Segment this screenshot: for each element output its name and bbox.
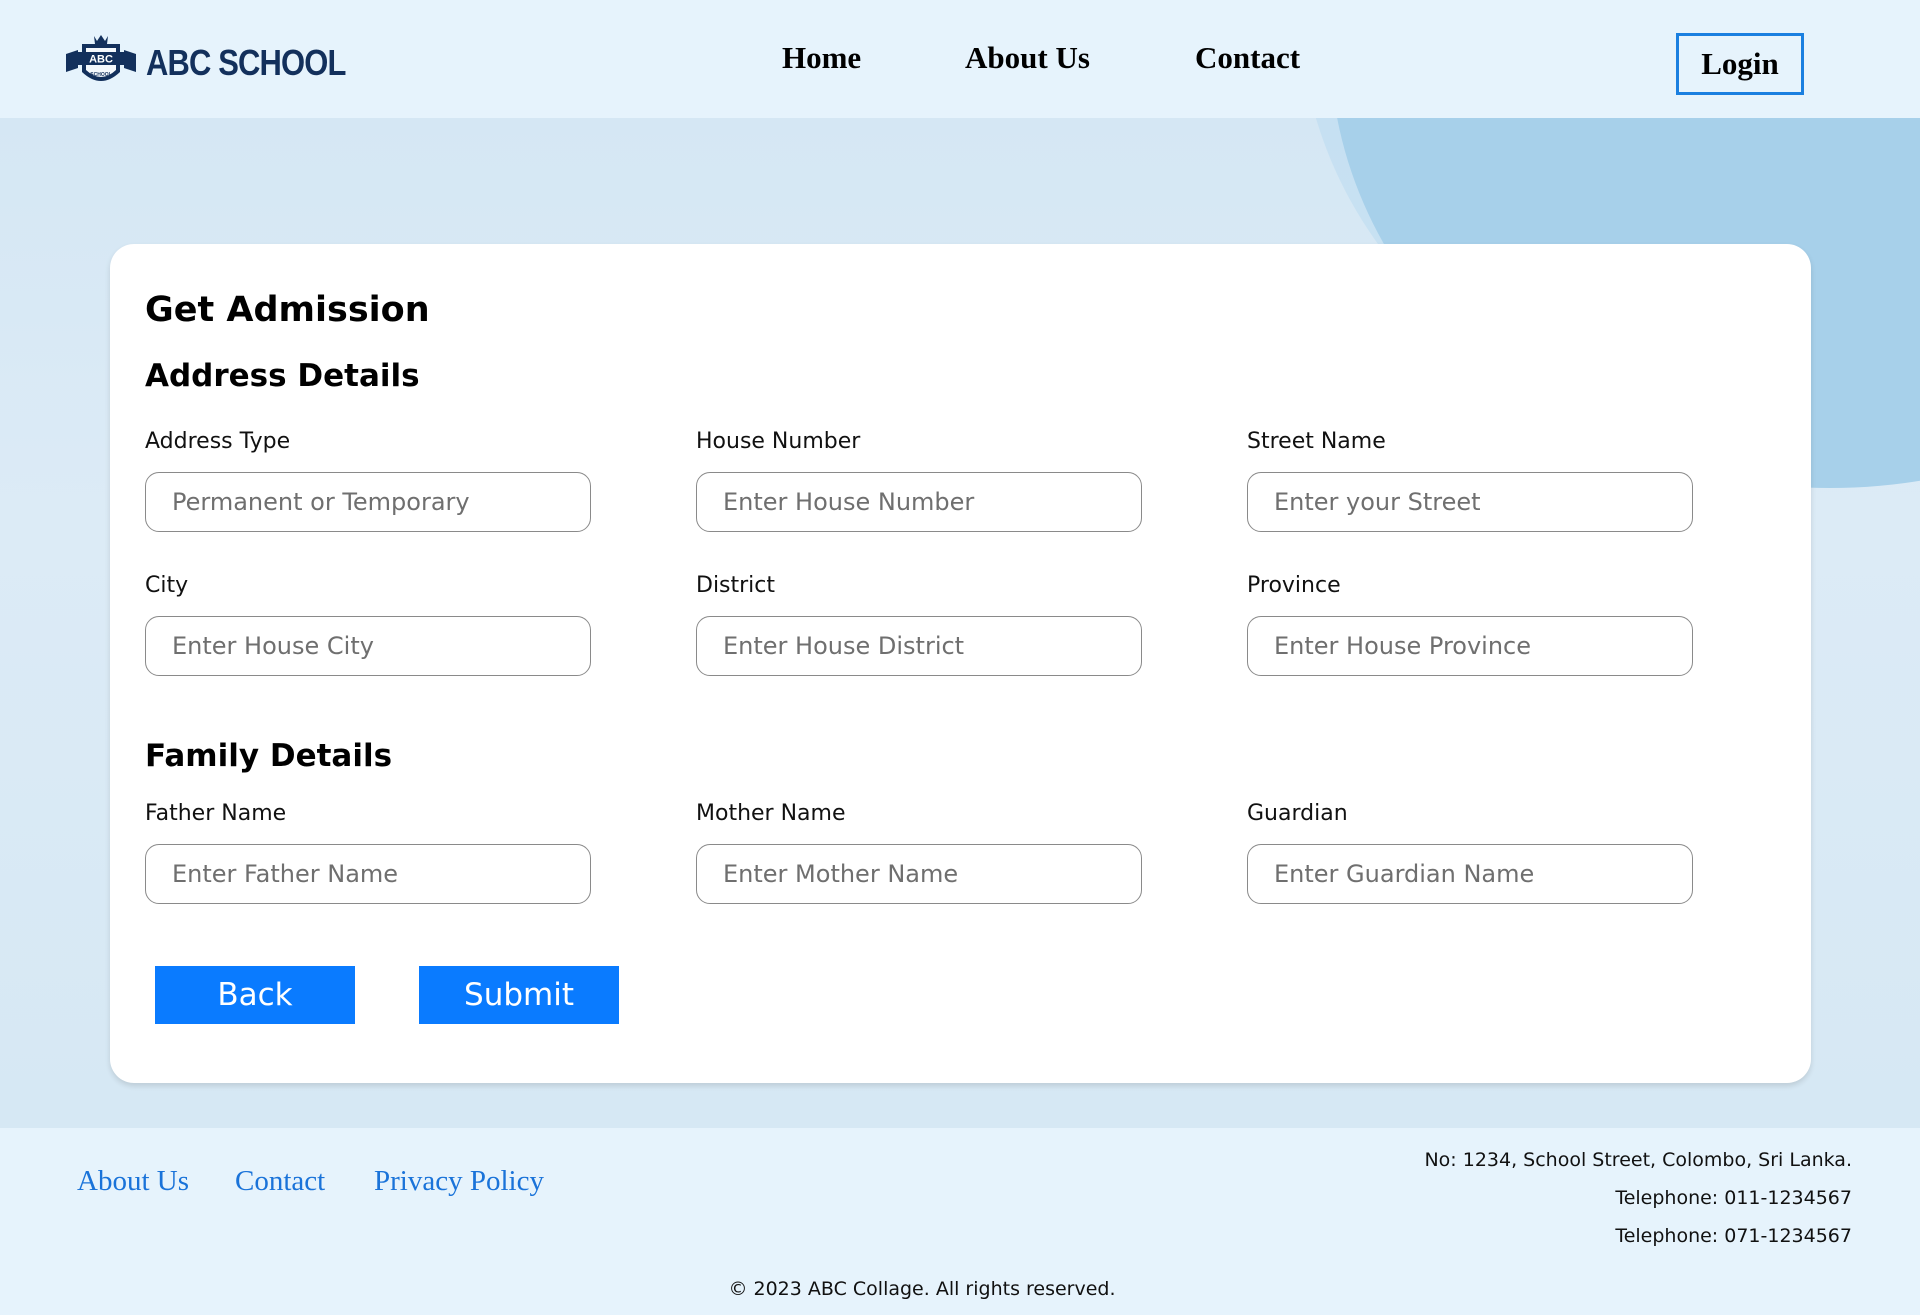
site-footer: About Us Contact Privacy Policy No: 1234… bbox=[0, 1128, 1920, 1315]
house-number-field: House Number bbox=[696, 429, 1142, 532]
footer-link-about-us[interactable]: About Us bbox=[77, 1165, 189, 1198]
footer-link-contact[interactable]: Contact bbox=[235, 1165, 325, 1198]
field-label: House Number bbox=[696, 429, 861, 454]
city-field: City bbox=[145, 573, 591, 676]
address-type-field: Address Type bbox=[145, 429, 591, 532]
district-input[interactable] bbox=[696, 616, 1142, 676]
street-name-field: Street Name bbox=[1247, 429, 1693, 532]
submit-button[interactable]: Submit bbox=[419, 966, 619, 1024]
guardian-input[interactable] bbox=[1247, 844, 1693, 904]
address-type-input[interactable] bbox=[145, 472, 591, 532]
field-label: Address Type bbox=[145, 429, 291, 454]
province-field: Province bbox=[1247, 573, 1693, 676]
school-crest-icon: ABC SCHOOL bbox=[66, 35, 136, 81]
nav-home[interactable]: Home bbox=[782, 40, 861, 76]
footer-address: No: 1234, School Street, Colombo, Sri La… bbox=[1424, 1149, 1852, 1171]
logo-badge-text: ABC bbox=[89, 54, 113, 66]
mother-name-input[interactable] bbox=[696, 844, 1142, 904]
copyright-text: © 2023 ABC Collage. All rights reserved. bbox=[728, 1278, 1116, 1300]
field-label: Guardian bbox=[1247, 801, 1348, 826]
field-label: Father Name bbox=[145, 801, 287, 826]
nav-contact[interactable]: Contact bbox=[1195, 40, 1300, 76]
brand-name: ABC SCHOOL bbox=[146, 42, 346, 83]
city-input[interactable] bbox=[145, 616, 591, 676]
field-label: District bbox=[696, 573, 776, 598]
field-label: Province bbox=[1247, 573, 1341, 598]
footer-phone-2: Telephone: 071-1234567 bbox=[1615, 1225, 1852, 1247]
field-label: Street Name bbox=[1247, 429, 1386, 454]
father-name-field: Father Name bbox=[145, 801, 591, 904]
province-input[interactable] bbox=[1247, 616, 1693, 676]
address-section-title: Address Details bbox=[145, 358, 420, 394]
field-label: Mother Name bbox=[696, 801, 846, 826]
footer-phone-1: Telephone: 011-1234567 bbox=[1615, 1187, 1852, 1209]
father-name-input[interactable] bbox=[145, 844, 591, 904]
street-name-input[interactable] bbox=[1247, 472, 1693, 532]
logo[interactable]: ABC SCHOOL ABC SCHOOL bbox=[66, 34, 378, 92]
nav-about-us[interactable]: About Us bbox=[965, 40, 1090, 76]
family-section-title: Family Details bbox=[145, 738, 393, 774]
logo-badge-subtext: SCHOOL bbox=[90, 72, 111, 78]
page-title: Get Admission bbox=[145, 290, 430, 330]
house-number-input[interactable] bbox=[696, 472, 1142, 532]
guardian-field: Guardian bbox=[1247, 801, 1693, 904]
site-header: ABC SCHOOL ABC SCHOOL Home About Us Cont… bbox=[0, 0, 1920, 118]
footer-link-privacy-policy[interactable]: Privacy Policy bbox=[374, 1165, 544, 1198]
mother-name-field: Mother Name bbox=[696, 801, 1142, 904]
admission-form-card: Get Admission Address Details Address Ty… bbox=[110, 244, 1811, 1083]
login-button[interactable]: Login bbox=[1676, 33, 1804, 95]
field-label: City bbox=[145, 573, 189, 598]
district-field: District bbox=[696, 573, 1142, 676]
back-button[interactable]: Back bbox=[155, 966, 355, 1024]
